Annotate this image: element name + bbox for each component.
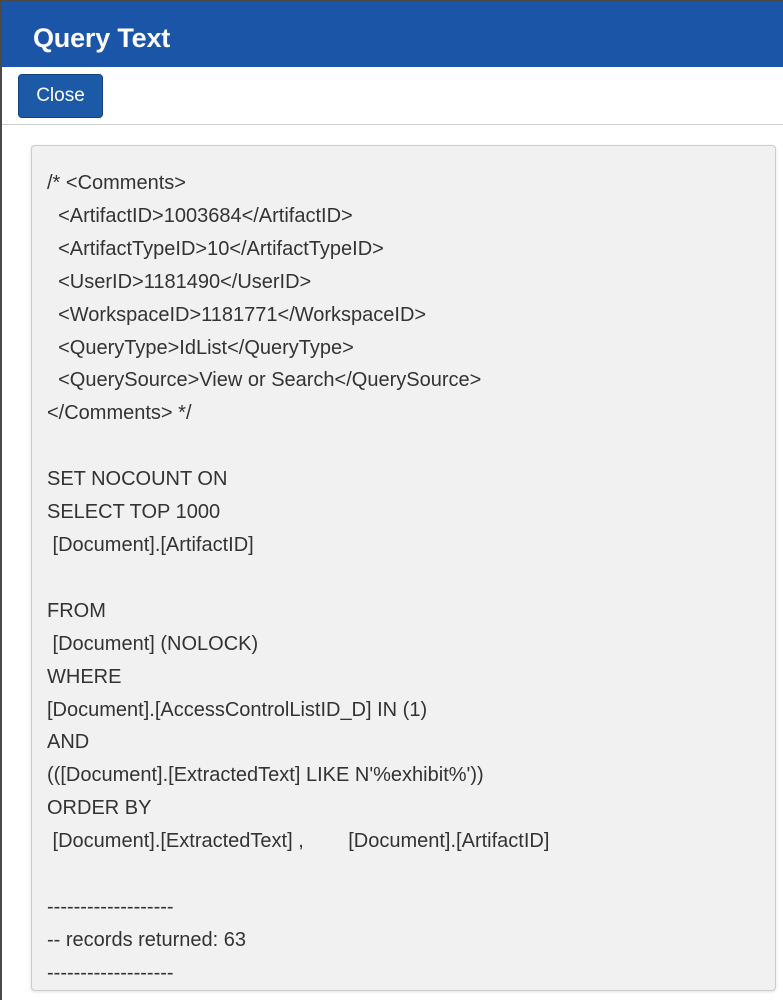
- query-text-dialog: Query Text Close /* <Comments> <Artifact…: [0, 0, 783, 1000]
- close-button[interactable]: Close: [18, 74, 103, 118]
- dialog-toolbar: Close: [2, 67, 783, 125]
- dialog-header: Query Text: [2, 1, 783, 67]
- query-text-panel[interactable]: /* <Comments> <ArtifactID>1003684</Artif…: [31, 145, 776, 991]
- query-text: /* <Comments> <ArtifactID>1003684</Artif…: [47, 172, 550, 984]
- dialog-title: Query Text: [33, 23, 171, 53]
